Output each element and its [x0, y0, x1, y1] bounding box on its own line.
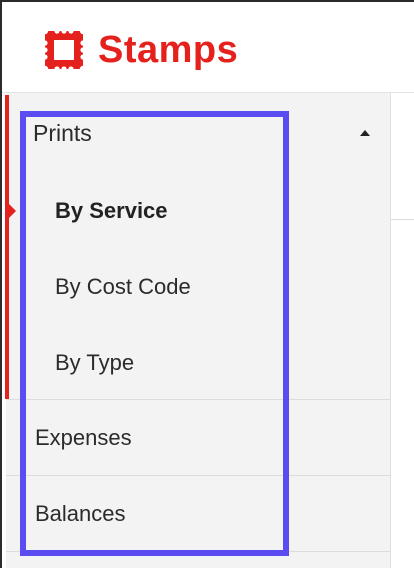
sidebar-item-label: Prints: [33, 119, 92, 146]
brand-logo[interactable]: Stamps: [42, 28, 238, 72]
content-divider: [391, 219, 414, 220]
sidebar-subitem-by-type[interactable]: By Type: [6, 325, 390, 401]
content-panel: [391, 93, 414, 568]
sidebar-subitem-label: By Service: [55, 198, 168, 223]
sidebar-item-expenses[interactable]: Expenses: [6, 400, 390, 475]
stamp-icon: [42, 28, 86, 72]
sidebar-item-label: Expenses: [35, 424, 132, 450]
app-window: Stamps Prints By Service By Cost Code By…: [0, 0, 414, 568]
sidebar-subitem-by-service[interactable]: By Service: [6, 173, 390, 249]
sidebar-subitem-by-cost-code[interactable]: By Cost Code: [6, 249, 390, 325]
caret-up-icon[interactable]: [360, 130, 370, 136]
app-header: Stamps: [2, 2, 414, 93]
sidebar-item-balances[interactable]: Balances: [6, 476, 390, 551]
sidebar-subitem-label: By Type: [55, 350, 135, 375]
sidebar-item-label: Balances: [35, 500, 126, 526]
sidebar-subitem-label: By Cost Code: [55, 274, 191, 299]
sidebar-divider: [6, 551, 390, 552]
brand-name: Stamps: [98, 29, 239, 71]
sidebar-item-prints[interactable]: Prints: [6, 96, 390, 172]
